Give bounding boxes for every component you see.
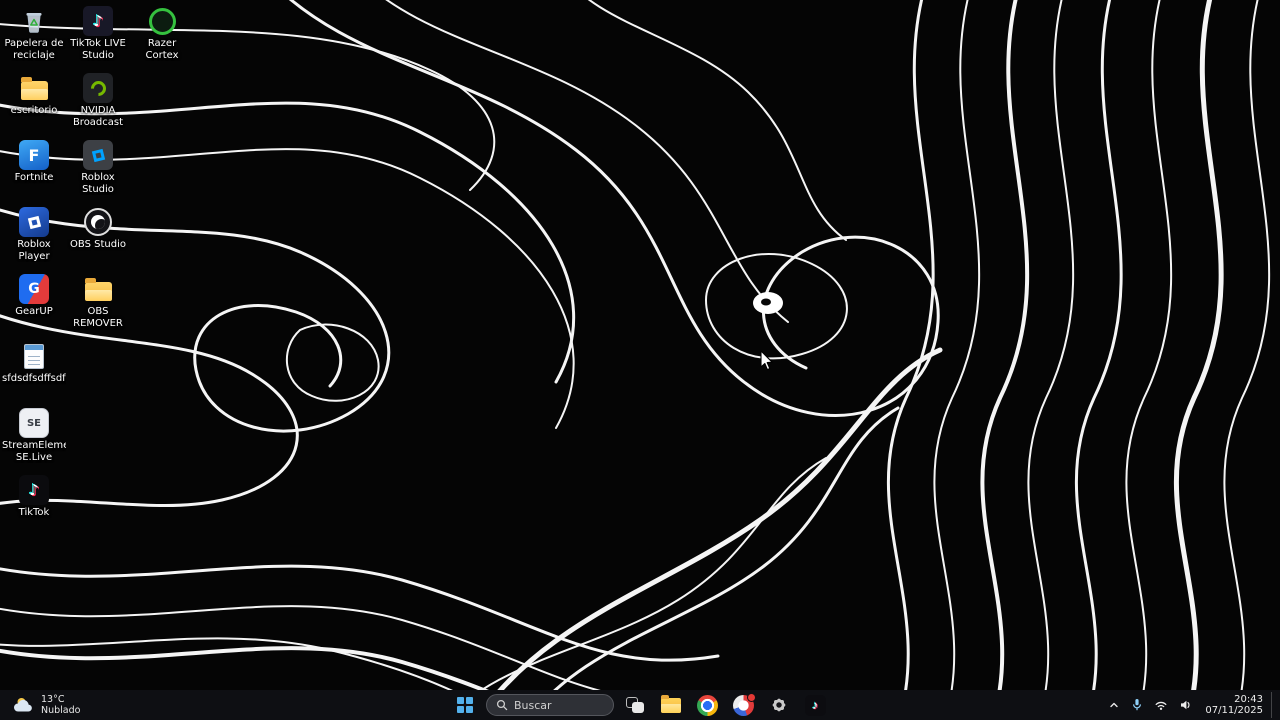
desktop-icons: Papelera de reciclaje ♪ TikTok LIVE Stud… [2,2,194,538]
folder-icon [82,273,114,305]
mouse-cursor [760,350,773,371]
browser-logo-icon [732,692,756,716]
desktop-icon-nvidia-broadcast[interactable]: NVIDIA Broadcast [66,69,130,136]
gearup-icon: G [18,273,50,305]
desktop-icon-label: GearUP [15,306,53,317]
tiktok-icon: ♪ [18,474,50,506]
folder-icon [18,72,50,104]
desktop-icon-label: StreamElements SE.Live [2,440,66,463]
cloudy-weather-icon [14,698,32,712]
file-explorer-button[interactable] [656,692,686,718]
razer-cortex-icon [146,5,178,37]
desktop-icon-label: TikTok LIVE Studio [70,38,126,61]
volume-icon [1181,700,1190,710]
desktop-icon-gearup[interactable]: G GearUP [2,270,66,337]
clock[interactable]: 20:43 07/11/2025 [1205,694,1263,717]
taskbar: 13°C Nublado Buscar ♪ 20:43 07/11/2025 [0,690,1280,720]
desktop-icon-recycle-bin[interactable]: Papelera de reciclaje [2,2,66,69]
desktop-icon-escritorio[interactable]: escritorio [2,69,66,136]
weather-widget[interactable]: 13°C Nublado [4,690,88,720]
browser-button[interactable] [728,692,758,718]
search-icon [496,699,508,711]
tray-date: 07/11/2025 [1205,705,1263,716]
desktop-icon-label: Papelera de reciclaje [4,38,64,61]
desktop-icon-label: escritorio [10,105,58,116]
desktop-icon-streamelements-se-live[interactable]: SE StreamElements SE.Live [2,404,66,471]
nvidia-broadcast-icon [82,72,114,104]
recycle-bin-icon [18,5,50,37]
weather-condition: Nublado [41,705,81,716]
desktop[interactable]: Papelera de reciclaje ♪ TikTok LIVE Stud… [0,0,1280,720]
task-view-icon [626,697,644,713]
show-desktop-button[interactable] [1271,692,1276,718]
system-tray: 20:43 07/11/2025 [1104,690,1276,720]
desktop-icon-label: Roblox Studio [81,172,115,195]
desktop-icon-label: NVIDIA Broadcast [72,105,124,128]
chrome-button[interactable] [692,692,722,718]
windows-logo-icon [457,697,473,713]
desktop-icon-label: Razer Cortex [145,38,179,61]
desktop-icon-label: OBS Studio [70,239,126,250]
desktop-icon-label: Fortnite [14,172,54,183]
desktop-icon-razer-cortex[interactable]: Razer Cortex [130,2,194,69]
tiktok-live-studio-icon: ♪ [82,5,114,37]
tiktok-taskbar-button[interactable]: ♪ [800,692,830,718]
desktop-icon-tiktok[interactable]: ♪ TikTok [2,471,66,538]
desktop-icon-obs-remover-backgrou[interactable]: OBS REMOVER BACKGROU... [66,270,130,337]
settings-button[interactable] [764,692,794,718]
weather-temperature: 13°C [41,694,65,705]
streamelements-icon: SE [18,407,50,439]
desktop-icon-label: TikTok [18,507,50,518]
roblox-player-icon [18,206,50,238]
start-button[interactable] [450,692,480,718]
taskbar-search-box[interactable]: Buscar [486,694,614,716]
desktop-icon-roblox-player[interactable]: Roblox Player [2,203,66,270]
file-explorer-folder-icon [661,694,681,713]
obs-studio-icon [82,206,114,238]
desktop-icon-sfdsdfsdffsdfds[interactable]: sfdsdfsdffsdfds... [2,337,66,404]
volume-tray-button[interactable] [1175,692,1197,718]
fortnite-icon: F [18,139,50,171]
tiktok-icon: ♪ [804,694,826,716]
hidden-icons-button[interactable] [1104,692,1124,718]
desktop-icon-fortnite[interactable]: F Fortnite [2,136,66,203]
desktop-icon-obs-studio[interactable]: OBS Studio [66,203,130,270]
chrome-icon [696,694,718,716]
desktop-icon-roblox-studio[interactable]: Roblox Studio [66,136,130,203]
tray-time: 20:43 [1234,693,1263,705]
wifi-icon [1155,701,1167,710]
mic-icon [1133,699,1142,711]
desktop-icon-label: OBS REMOVER BACKGROU... [66,306,130,330]
network-tray-button[interactable] [1150,692,1172,718]
microphone-tray-button[interactable] [1127,692,1147,718]
roblox-studio-icon [82,139,114,171]
document-icon [18,340,50,372]
task-view-button[interactable] [620,692,650,718]
taskbar-center-group: Buscar ♪ [450,690,830,720]
search-placeholder: Buscar [514,698,552,712]
desktop-icon-label: sfdsdfsdffsdfds... [2,373,66,384]
desktop-icon-tiktok-live-studio[interactable]: ♪ TikTok LIVE Studio [66,2,130,69]
settings-gear-icon [772,698,786,712]
chevron-up-icon [1110,702,1119,708]
desktop-icon-label: Roblox Player [17,239,51,262]
